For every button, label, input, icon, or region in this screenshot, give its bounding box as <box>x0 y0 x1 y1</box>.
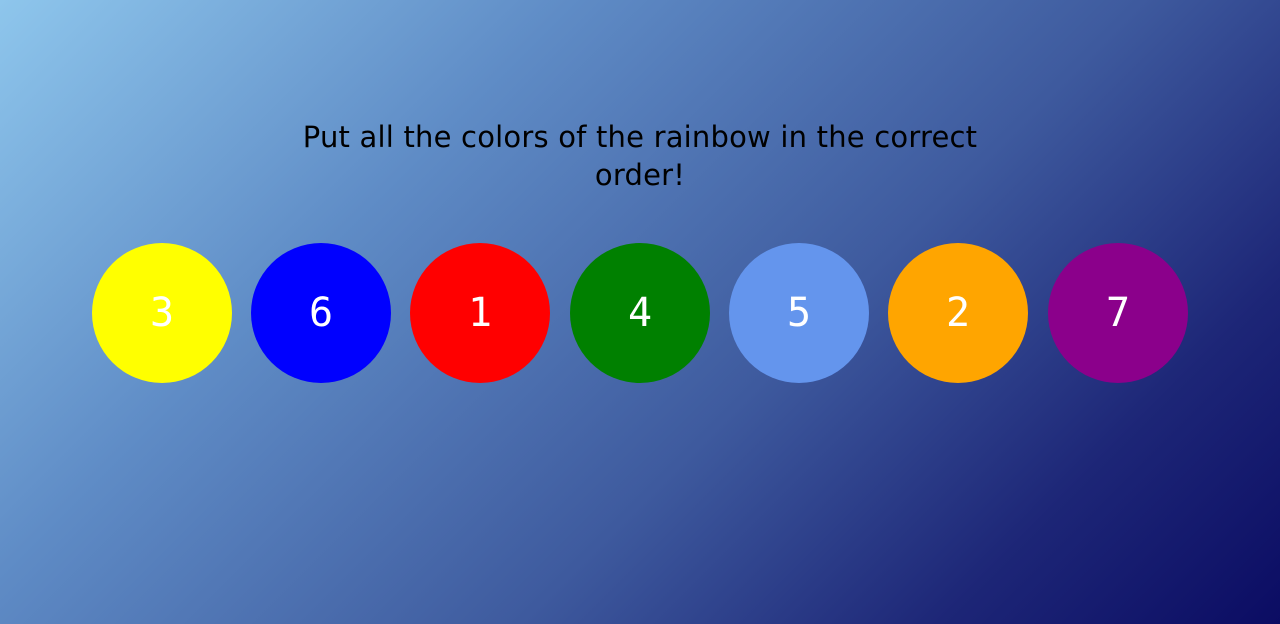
circle-number: 5 <box>786 290 812 336</box>
color-circle-orange[interactable]: 2 <box>888 243 1028 383</box>
color-circle-red[interactable]: 1 <box>410 243 550 383</box>
circle-number: 1 <box>467 290 493 336</box>
color-circle-yellow[interactable]: 3 <box>92 243 232 383</box>
circle-number: 7 <box>1105 290 1131 336</box>
game-area: Put all the colors of the rainbow in the… <box>0 0 1280 624</box>
color-circle-blue[interactable]: 6 <box>251 243 391 383</box>
circle-number: 4 <box>627 290 653 336</box>
color-circle-purple[interactable]: 7 <box>1048 243 1188 383</box>
circle-number: 2 <box>945 290 971 336</box>
circle-number: 6 <box>308 290 334 336</box>
color-circle-green[interactable]: 4 <box>570 243 710 383</box>
circle-number: 3 <box>149 290 175 336</box>
instruction-text: Put all the colors of the rainbow in the… <box>302 120 978 192</box>
color-circle-light-blue[interactable]: 5 <box>729 243 869 383</box>
color-circle-row: 3 6 1 4 5 2 7 <box>92 243 1189 383</box>
